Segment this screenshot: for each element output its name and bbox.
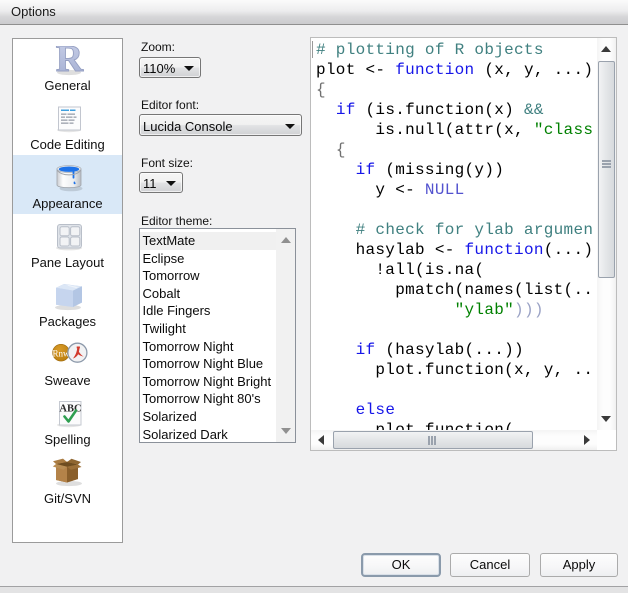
svg-text:R: R [55,46,83,80]
svg-text:ABC: ABC [59,404,81,415]
